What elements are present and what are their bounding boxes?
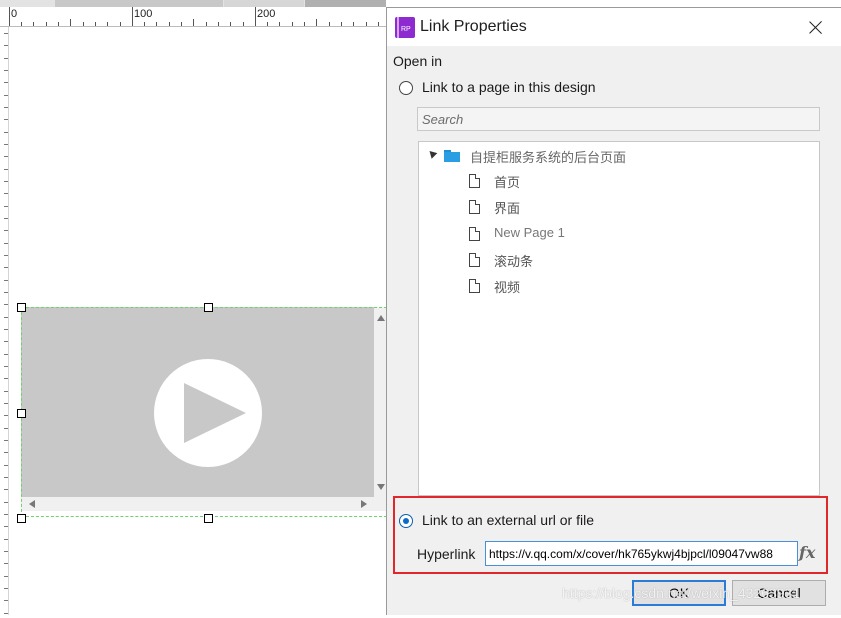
expand-arrow-icon[interactable] (426, 148, 438, 159)
document-tab[interactable] (55, 0, 223, 7)
horizontal-ruler: 0 100 200 (0, 7, 386, 27)
video-widget[interactable] (21, 307, 388, 518)
page-icon (469, 253, 480, 267)
resize-handle-top[interactable] (204, 303, 213, 312)
page-tree[interactable]: 自提柜服务系统的后台页面 首页 界面 New Page 1 滚动条 视频 (418, 141, 820, 496)
ruler-ticks (9, 7, 379, 26)
page-icon (469, 279, 480, 293)
page-icon (469, 200, 480, 214)
search-input[interactable] (417, 107, 820, 131)
tree-page-label: 滚动条 (494, 254, 534, 269)
fx-icon[interactable]: fx (799, 543, 815, 562)
ruler-ticks (4, 33, 8, 614)
link-properties-dialog: RP Link Properties Open in Link to a pag… (386, 7, 841, 615)
vertical-ruler (0, 27, 9, 615)
link-to-external-label[interactable]: Link to an external url or file (422, 512, 594, 528)
resize-handle-left[interactable] (17, 409, 26, 418)
resize-handle-bottom[interactable] (204, 514, 213, 523)
link-to-external-radio[interactable] (399, 514, 413, 528)
selection-outline (21, 307, 387, 517)
resize-handle-bottom-left[interactable] (17, 514, 26, 523)
axure-rp-icon: RP (395, 17, 415, 38)
resize-handle-top-left[interactable] (17, 303, 26, 312)
open-in-label: Open in (393, 53, 443, 69)
ruler-label: 200 (257, 8, 276, 20)
page-icon (469, 174, 480, 188)
link-to-page-radio[interactable] (399, 81, 413, 95)
tree-page-label: 界面 (494, 201, 521, 216)
tree-page-label: 首页 (494, 175, 521, 190)
tree-root-label: 自提柜服务系统的后台页面 (470, 150, 627, 165)
hyperlink-label: Hyperlink (417, 546, 476, 562)
document-tab[interactable] (224, 0, 304, 7)
tree-page-label: New Page 1 (494, 225, 565, 240)
tree-page-label: 视频 (494, 280, 521, 295)
page-icon (469, 227, 480, 241)
ruler-label: 100 (134, 8, 153, 20)
document-tab[interactable] (305, 0, 386, 7)
folder-icon (444, 150, 460, 162)
document-tab-strip (0, 0, 386, 7)
link-to-page-label[interactable]: Link to a page in this design (422, 79, 596, 95)
watermark: https://blog.csdn.net/weixin_43263931 (562, 585, 801, 601)
hyperlink-input[interactable] (485, 541, 798, 566)
close-icon[interactable] (805, 17, 827, 39)
dialog-title: Link Properties (420, 18, 527, 35)
dialog-titlebar[interactable]: RP Link Properties (387, 8, 841, 46)
ruler-label: 0 (11, 8, 18, 20)
